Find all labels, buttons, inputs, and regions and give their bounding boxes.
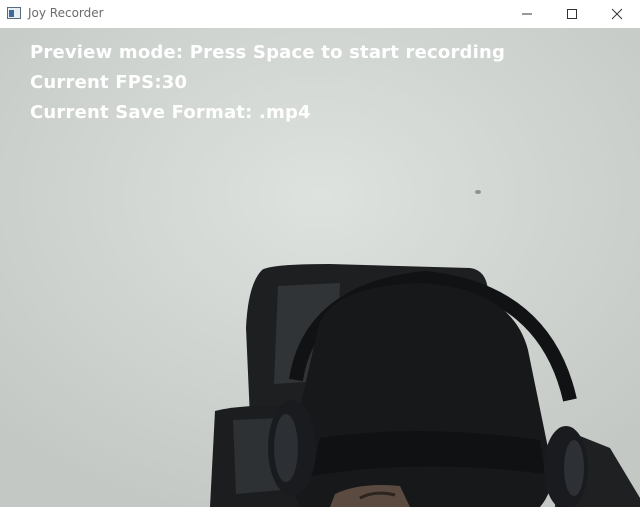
format-overlay-text: Current Save Format: .mp4	[30, 102, 311, 123]
fps-overlay-text: Current FPS:30	[30, 72, 188, 93]
maximize-button[interactable]	[549, 0, 595, 28]
camera-preview: Preview mode: Press Space to start recor…	[0, 28, 640, 507]
window-titlebar[interactable]: Joy Recorder	[0, 0, 640, 28]
close-button[interactable]	[594, 0, 640, 28]
maximize-icon	[567, 9, 577, 19]
window-title: Joy Recorder	[28, 6, 104, 20]
minimize-button[interactable]	[504, 0, 550, 28]
app-window-icon	[7, 7, 21, 19]
minimize-icon	[522, 13, 532, 15]
close-icon	[611, 8, 623, 20]
camera-frame-image	[0, 28, 640, 507]
status-overlay-text: Preview mode: Press Space to start recor…	[30, 42, 506, 63]
